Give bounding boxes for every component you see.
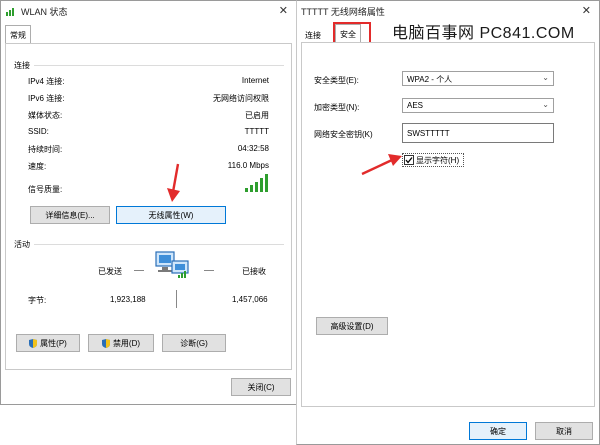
speed-value: 116.0 Mbps	[227, 161, 269, 170]
security-type-select[interactable]: WPA2 - 个人 ⌄	[402, 71, 554, 86]
security-key-input[interactable]: SWSTTTTT	[402, 123, 554, 143]
security-key-label: 网络安全密钥(K)	[314, 130, 373, 139]
advanced-settings-button[interactable]: 高级设置(D)	[316, 317, 388, 335]
encryption-type-select[interactable]: AES ⌄	[402, 98, 554, 113]
bytes-separator	[176, 290, 177, 308]
row-duration: 持续时间: 04:32:58	[28, 144, 269, 156]
network-computers-icon	[155, 251, 189, 278]
security-type-label: 安全类型(E):	[314, 76, 359, 85]
media-state-value: 已启用	[245, 111, 269, 120]
checkbox-checked-icon	[404, 155, 414, 165]
wifi-status-icon	[5, 5, 17, 17]
encryption-type-label: 加密类型(N):	[314, 103, 360, 112]
connection-header: 连接	[14, 61, 30, 70]
row-speed: 速度: 116.0 Mbps	[28, 161, 269, 173]
row-ssid: SSID: TTTTT	[28, 127, 269, 139]
window-title: TTTTT 无线网络属性	[301, 6, 385, 17]
connection-details: IPv4 连接: Internet IPv6 连接: 无网络访问权限 媒体状态:…	[28, 76, 269, 184]
received-label: 已接收	[242, 267, 266, 276]
title-bar: TTTTT 无线网络属性 ✕	[297, 1, 599, 21]
ssid-value: TTTTT	[244, 127, 269, 136]
title-bar: WLAN 状态 ✕	[1, 1, 296, 21]
disable-label: 禁用(D)	[112, 338, 141, 348]
activity-header: 活动	[14, 240, 30, 249]
ipv6-label: IPv6 连接:	[28, 94, 65, 103]
signal-strength-icon	[245, 174, 268, 192]
signal-quality-label: 信号质量:	[28, 185, 63, 194]
duration-value: 04:32:58	[237, 144, 269, 153]
sent-label: 已发送	[98, 267, 122, 276]
speed-label: 速度:	[28, 162, 47, 171]
ssid-label: SSID:	[28, 127, 49, 136]
show-characters-label: 显示字符(H)	[416, 156, 460, 165]
diagnose-button[interactable]: 诊断(G)	[162, 334, 226, 352]
bytes-label: 字节:	[28, 296, 47, 305]
row-media-state: 媒体状态: 已启用	[28, 110, 269, 122]
wireless-properties-button[interactable]: 无线属性(W)	[116, 206, 226, 224]
ipv6-value: 无网络访问权限	[213, 94, 269, 103]
divider	[34, 244, 284, 245]
properties-label: 属性(P)	[40, 338, 67, 348]
ipv4-label: IPv4 连接:	[28, 77, 65, 86]
close-icon[interactable]: ✕	[279, 4, 288, 17]
chevron-down-icon: ⌄	[542, 73, 549, 82]
encryption-type-value: AES	[407, 101, 424, 110]
annotation-arrow	[167, 163, 180, 202]
highlight-box	[333, 22, 371, 44]
annotation-arrow	[361, 154, 402, 176]
security-type-value: WPA2 - 个人	[407, 75, 453, 84]
details-button[interactable]: 详细信息(E)...	[30, 206, 110, 224]
tab-connection[interactable]: 连接	[305, 30, 321, 41]
received-dash	[204, 270, 214, 271]
properties-button[interactable]: 属性(P)	[16, 334, 80, 352]
shield-icon	[29, 338, 38, 348]
show-characters-checkbox[interactable]: 显示字符(H)	[402, 153, 464, 167]
ipv4-value: Internet	[241, 76, 269, 85]
bytes-sent-value: 1,923,188	[110, 295, 146, 304]
wlan-status-window: WLAN 状态 ✕ 常规 连接 IPv4 连接: Internet IPv6 连…	[0, 0, 297, 405]
general-panel: 连接 IPv4 连接: Internet IPv6 连接: 无网络访问权限 媒体…	[5, 43, 292, 370]
row-ipv4: IPv4 连接: Internet	[28, 76, 269, 88]
duration-label: 持续时间:	[28, 145, 63, 154]
cancel-button[interactable]: 取消	[535, 422, 593, 440]
disable-button[interactable]: 禁用(D)	[88, 334, 154, 352]
close-button[interactable]: 关闭(C)	[231, 378, 291, 396]
security-panel: 安全类型(E): WPA2 - 个人 ⌄ 加密类型(N): AES ⌄ 网络安全…	[301, 42, 595, 407]
sent-dash	[134, 270, 144, 271]
window-title: WLAN 状态	[21, 6, 68, 17]
ok-button[interactable]: 确定	[469, 422, 527, 440]
media-state-label: 媒体状态:	[28, 111, 63, 120]
divider	[34, 65, 284, 66]
watermark-text: 电脑百事网 PC841.COM	[392, 25, 575, 42]
close-icon[interactable]: ✕	[582, 4, 591, 17]
chevron-down-icon: ⌄	[542, 100, 549, 109]
shield-icon	[101, 338, 110, 348]
bytes-received-value: 1,457,066	[232, 295, 268, 304]
tab-general[interactable]: 常规	[5, 25, 31, 44]
wireless-properties-window: TTTTT 无线网络属性 ✕ 连接 安全 安全类型(E): WPA2 - 个人 …	[296, 0, 600, 445]
row-ipv6: IPv6 连接: 无网络访问权限	[28, 93, 269, 105]
